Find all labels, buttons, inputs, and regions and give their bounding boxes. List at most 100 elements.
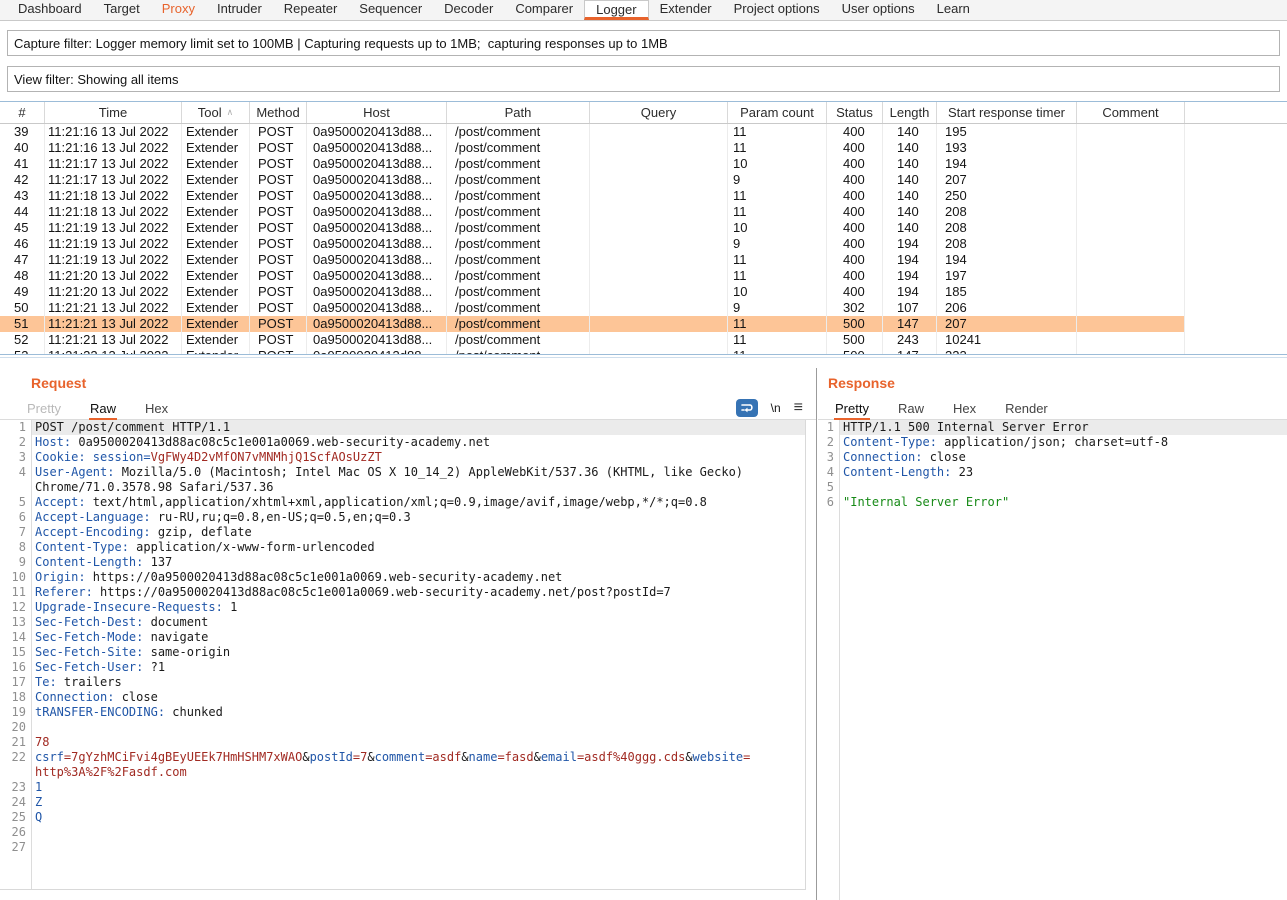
- table-row[interactable]: 5211:21:21 13 Jul 2022ExtenderPOST0a9500…: [0, 332, 1287, 348]
- table-row[interactable]: 4611:21:19 13 Jul 2022ExtenderPOST0a9500…: [0, 236, 1287, 252]
- cell-n: 44: [0, 204, 45, 220]
- column-header-time[interactable]: Time: [45, 102, 182, 123]
- line-text: Connection: close: [31, 690, 805, 705]
- tab-user-options[interactable]: User options: [831, 0, 926, 20]
- syntax-segment: application/x-www-form-urlencoded: [129, 540, 375, 554]
- tab-decoder[interactable]: Decoder: [433, 0, 504, 20]
- cell-length: 140: [883, 204, 937, 220]
- tab-pretty[interactable]: Pretty: [834, 398, 870, 420]
- cell-host: 0a9500020413d88...: [307, 236, 447, 252]
- tab-project-options[interactable]: Project options: [723, 0, 831, 20]
- column-header-param-count[interactable]: Param count: [728, 102, 827, 123]
- tab-dashboard[interactable]: Dashboard: [7, 0, 93, 20]
- line-number: 25: [0, 810, 31, 825]
- line-number: 21: [0, 735, 31, 750]
- column-header-start-response-timer[interactable]: Start response timer: [937, 102, 1077, 123]
- cell-n: 49: [0, 284, 45, 300]
- syntax-segment: Cookie:: [35, 450, 86, 464]
- column-header--[interactable]: #: [0, 102, 45, 123]
- tab-render[interactable]: Render: [1004, 398, 1049, 420]
- cell-comment: [1077, 252, 1185, 268]
- tab-hex[interactable]: Hex: [144, 398, 169, 420]
- line-number: 4: [0, 465, 31, 480]
- editor-line: Chrome/71.0.3578.98 Safari/537.36: [0, 480, 805, 495]
- tab-hex[interactable]: Hex: [952, 398, 977, 420]
- cell-host: 0a9500020413d88...: [307, 220, 447, 236]
- column-header-host[interactable]: Host: [307, 102, 447, 123]
- line-number: 19: [0, 705, 31, 720]
- editor-menu-icon[interactable]: ≡: [794, 400, 803, 416]
- table-row[interactable]: 4811:21:20 13 Jul 2022ExtenderPOST0a9500…: [0, 268, 1287, 284]
- cell-host: 0a9500020413d88...: [307, 268, 447, 284]
- cell-query: [590, 220, 728, 236]
- row-filler: [1185, 172, 1287, 188]
- pretty-print-toggle-icon[interactable]: [736, 399, 758, 417]
- tab-raw[interactable]: Raw: [89, 398, 117, 420]
- line-text: POST /post/comment HTTP/1.1: [31, 420, 805, 435]
- syntax-segment: ?1: [143, 660, 165, 674]
- table-row[interactable]: 4311:21:18 13 Jul 2022ExtenderPOST0a9500…: [0, 188, 1287, 204]
- syntax-segment: Referer:: [35, 585, 93, 599]
- newline-toggle-icon[interactable]: \n: [771, 401, 781, 415]
- request-editor[interactable]: 1POST /post/comment HTTP/1.12Host: 0a950…: [0, 420, 806, 890]
- table-row[interactable]: 3911:21:16 13 Jul 2022ExtenderPOST0a9500…: [0, 124, 1287, 140]
- tab-extender[interactable]: Extender: [649, 0, 723, 20]
- table-row[interactable]: 4911:21:20 13 Jul 2022ExtenderPOST0a9500…: [0, 284, 1287, 300]
- cell-length: 107: [883, 300, 937, 316]
- capture-filter-bar[interactable]: Capture filter: Logger memory limit set …: [7, 30, 1280, 56]
- tab-proxy[interactable]: Proxy: [151, 0, 206, 20]
- table-row[interactable]: 4011:21:16 13 Jul 2022ExtenderPOST0a9500…: [0, 140, 1287, 156]
- view-filter-bar[interactable]: View filter: Showing all items: [7, 66, 1280, 92]
- table-row-selected[interactable]: 5111:21:21 13 Jul 2022ExtenderPOST0a9500…: [0, 316, 1287, 332]
- cell-params: 11: [728, 140, 827, 156]
- syntax-segment: Sec-Fetch-User:: [35, 660, 143, 674]
- line-number: 18: [0, 690, 31, 705]
- cell-timer: 208: [937, 220, 1077, 236]
- line-number: 4: [818, 465, 839, 480]
- column-header-tool[interactable]: Tool∧: [182, 102, 250, 123]
- cell-tool: Extender: [182, 188, 250, 204]
- column-header-status[interactable]: Status: [827, 102, 883, 123]
- tab-pretty[interactable]: Pretty: [26, 398, 62, 420]
- syntax-segment: &: [367, 750, 374, 764]
- tab-learn[interactable]: Learn: [926, 0, 981, 20]
- cell-time: 11:21:18 13 Jul 2022: [45, 188, 182, 204]
- tab-comparer[interactable]: Comparer: [504, 0, 584, 20]
- splitter-handle[interactable]: [0, 357, 1287, 358]
- table-row[interactable]: 4711:21:19 13 Jul 2022ExtenderPOST0a9500…: [0, 252, 1287, 268]
- syntax-segment: User-Agent:: [35, 465, 114, 479]
- syntax-segment: =asdf%40ggg.cds: [577, 750, 685, 764]
- syntax-segment: close: [922, 450, 965, 464]
- cell-comment: [1077, 124, 1185, 140]
- table-row[interactable]: 4111:21:17 13 Jul 2022ExtenderPOST0a9500…: [0, 156, 1287, 172]
- tab-raw[interactable]: Raw: [897, 398, 925, 420]
- syntax-segment: close: [114, 690, 157, 704]
- syntax-segment: =asdf: [425, 750, 461, 764]
- response-editor[interactable]: 1HTTP/1.1 500 Internal Server Error2Cont…: [818, 420, 1287, 900]
- cell-timer: 206: [937, 300, 1077, 316]
- cell-status: 400: [827, 124, 883, 140]
- column-header-query[interactable]: Query: [590, 102, 728, 123]
- cell-method: POST: [250, 188, 307, 204]
- table-row[interactable]: 4211:21:17 13 Jul 2022ExtenderPOST0a9500…: [0, 172, 1287, 188]
- column-header-length[interactable]: Length: [883, 102, 937, 123]
- tab-intruder[interactable]: Intruder: [206, 0, 273, 20]
- table-row[interactable]: 4511:21:19 13 Jul 2022ExtenderPOST0a9500…: [0, 220, 1287, 236]
- table-row[interactable]: 4411:21:18 13 Jul 2022ExtenderPOST0a9500…: [0, 204, 1287, 220]
- cell-path: /post/comment: [447, 140, 590, 156]
- editor-line: 14Sec-Fetch-Mode: navigate: [0, 630, 805, 645]
- cell-status: 400: [827, 140, 883, 156]
- column-header-comment[interactable]: Comment: [1077, 102, 1185, 123]
- tab-target[interactable]: Target: [93, 0, 151, 20]
- syntax-segment: same-origin: [143, 645, 230, 659]
- tab-sequencer[interactable]: Sequencer: [348, 0, 433, 20]
- tab-repeater[interactable]: Repeater: [273, 0, 348, 20]
- line-text: Connection: close: [839, 450, 1287, 465]
- cell-length: 140: [883, 220, 937, 236]
- table-row[interactable]: 5011:21:21 13 Jul 2022ExtenderPOST0a9500…: [0, 300, 1287, 316]
- tab-logger[interactable]: Logger: [584, 0, 648, 20]
- column-header-method[interactable]: Method: [250, 102, 307, 123]
- cell-host: 0a9500020413d88...: [307, 124, 447, 140]
- cell-query: [590, 252, 728, 268]
- column-header-path[interactable]: Path: [447, 102, 590, 123]
